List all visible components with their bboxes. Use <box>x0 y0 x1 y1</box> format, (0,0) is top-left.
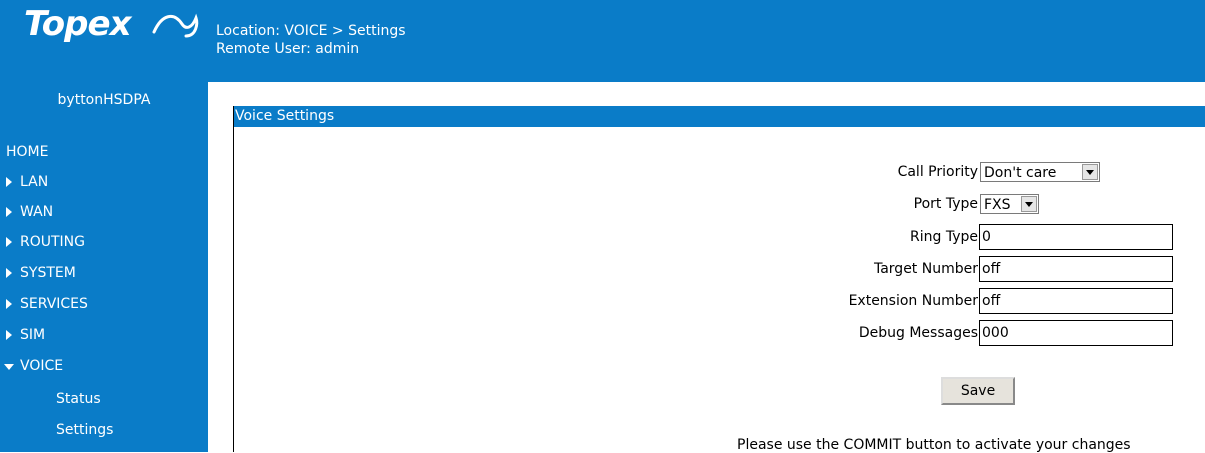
logo-text: Topex <box>24 4 131 44</box>
nav-item-routing[interactable]: ROUTING <box>0 232 208 262</box>
nav-item-sim[interactable]: SIM <box>0 325 208 355</box>
nav-item-label: ROUTING <box>20 234 85 250</box>
sidebar: Topex byttonHSDPA HOME LAN WAN ROUTING S… <box>0 0 208 452</box>
location-breadcrumb: Location: VOICE > Settings <box>216 23 406 39</box>
nav-subitem-status[interactable]: Status <box>0 389 208 419</box>
chevron-down-icon <box>1025 202 1033 207</box>
call-priority-select[interactable]: Don't care <box>980 162 1100 182</box>
dropdown-button[interactable] <box>1021 196 1037 212</box>
call-priority-value: Don't care <box>984 165 1057 181</box>
port-type-value: FXS <box>984 197 1011 213</box>
nav-item-wan[interactable]: WAN <box>0 202 208 232</box>
call-priority-row: Call Priority <box>234 160 978 184</box>
nav-item-system[interactable]: SYSTEM <box>0 263 208 293</box>
remote-user-text: Remote User: admin <box>216 41 360 57</box>
extension-number-row: Extension Number <box>234 289 978 313</box>
port-type-label: Port Type <box>913 196 978 212</box>
debug-messages-label: Debug Messages <box>858 325 978 341</box>
debug-messages-input[interactable] <box>979 320 1173 346</box>
port-type-select[interactable]: FXS <box>980 194 1039 214</box>
nav-item-label: SERVICES <box>20 296 88 312</box>
ring-type-label: Ring Type <box>910 229 978 245</box>
target-number-label: Target Number <box>873 261 978 277</box>
ring-type-row: Ring Type <box>234 225 978 249</box>
logo-swoosh-icon <box>152 13 199 38</box>
expand-arrow-icon <box>6 177 12 187</box>
nav-item-voice[interactable]: VOICE <box>0 356 208 386</box>
port-type-row: Port Type <box>234 192 978 216</box>
extension-number-input[interactable] <box>979 288 1173 314</box>
extension-number-label: Extension Number <box>848 293 978 309</box>
voice-settings-panel: Voice Settings Call Priority Don't care … <box>233 106 1205 453</box>
panel-title: Voice Settings <box>234 106 1205 127</box>
nav-item-services[interactable]: SERVICES <box>0 294 208 324</box>
header-bar: Location: VOICE > Settings Remote User: … <box>208 0 1205 82</box>
topex-logo: Topex <box>24 4 199 44</box>
commit-note: Please use the COMMIT button to activate… <box>737 437 1131 453</box>
expand-arrow-icon <box>6 330 12 340</box>
nav-item-label: SYSTEM <box>20 265 76 281</box>
expand-arrow-icon <box>6 237 12 247</box>
expand-arrow-icon <box>6 299 12 309</box>
target-number-input[interactable] <box>979 256 1173 282</box>
nav-subitem-label: Status <box>56 391 101 407</box>
nav-item-label: VOICE <box>20 358 64 374</box>
ring-type-input[interactable] <box>979 224 1173 250</box>
call-priority-label: Call Priority <box>897 164 978 180</box>
nav-item-label: HOME <box>6 144 49 160</box>
nav-subitem-settings[interactable]: Settings <box>0 420 208 450</box>
chevron-down-icon <box>1086 170 1094 175</box>
nav-item-label: SIM <box>20 327 46 343</box>
save-button[interactable]: Save <box>941 377 1015 405</box>
nav-item-lan[interactable]: LAN <box>0 172 208 202</box>
device-name: byttonHSDPA <box>57 92 151 108</box>
expand-arrow-icon <box>6 207 12 217</box>
collapse-arrow-icon <box>4 364 14 370</box>
nav-item-label: LAN <box>20 174 49 190</box>
nav-item-home[interactable]: HOME <box>0 142 208 172</box>
nav-subitem-label: Settings <box>56 422 114 438</box>
expand-arrow-icon <box>6 268 12 278</box>
nav-item-label: WAN <box>20 204 54 220</box>
target-number-row: Target Number <box>234 257 978 281</box>
dropdown-button[interactable] <box>1082 164 1098 180</box>
debug-messages-row: Debug Messages <box>234 321 978 345</box>
